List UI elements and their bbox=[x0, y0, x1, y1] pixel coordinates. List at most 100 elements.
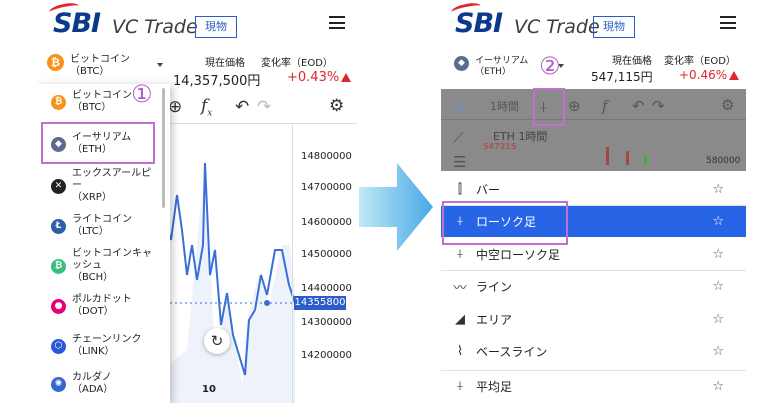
star-icon[interactable]: ☆ bbox=[712, 247, 724, 262]
coin-option-link[interactable]: ⬡ チェーンリンク （LINK） bbox=[37, 334, 162, 358]
chart-value: 547215 bbox=[483, 142, 517, 151]
coin-option-name: ビットコインキャ ッシュ bbox=[72, 248, 152, 271]
y-tick: 14200000 bbox=[301, 350, 352, 361]
spot-badge[interactable]: 現物 bbox=[593, 16, 635, 38]
change-rate: +0.46% bbox=[679, 68, 740, 82]
change-label: 変化率（EOD） bbox=[261, 58, 333, 69]
y-tick: 14800000 bbox=[301, 151, 352, 162]
star-icon[interactable]: ☆ bbox=[712, 312, 724, 327]
chart-type-label: 平均足 bbox=[476, 380, 513, 394]
chainlink-icon: ⬡ bbox=[51, 338, 66, 354]
bitcoin-cash-icon: ₿ bbox=[51, 258, 66, 274]
vc-trade-logo: VC Trade bbox=[514, 16, 600, 38]
coin-option-ltc[interactable]: Ł ライトコイン （LTC） bbox=[37, 214, 162, 238]
y-tick: 14400000 bbox=[301, 283, 352, 294]
hollow-candlestick-icon: ⍭ bbox=[456, 247, 464, 262]
highlight-chart-type-button bbox=[533, 88, 565, 126]
undo-icon[interactable]: ↶ bbox=[632, 95, 645, 117]
lines-icon[interactable]: ☰ bbox=[453, 151, 466, 173]
chart-type-label: 中空ローソク足 bbox=[476, 248, 561, 262]
change-rate: +0.43% bbox=[287, 70, 352, 85]
coin-option-name: エックスアールピ ー bbox=[72, 168, 152, 191]
chart-type-line[interactable]: 〰 ライン ☆ bbox=[441, 271, 746, 302]
menu-icon[interactable] bbox=[329, 16, 345, 29]
spot-badge[interactable]: 現物 bbox=[195, 16, 237, 38]
star-icon[interactable]: ☆ bbox=[712, 379, 724, 394]
area-chart-icon: ◢ bbox=[455, 312, 465, 327]
tutorial-composite: SBI VC Trade 現物 ₿ ビットコイン （BTC） 現在価格 変化率（… bbox=[0, 0, 768, 403]
coin-option-name: チェーンリンク bbox=[72, 334, 142, 345]
heikin-ashi-icon: ⍭ bbox=[456, 379, 464, 394]
bitcoin-icon: ₿ bbox=[51, 94, 66, 110]
coin-option-symbol: （LINK） bbox=[72, 346, 115, 357]
settings-icon[interactable]: ⚙ bbox=[329, 95, 344, 117]
chevron-down-icon[interactable] bbox=[157, 63, 163, 67]
x-tick: 10 bbox=[202, 384, 216, 395]
y-tick: 14500000 bbox=[301, 249, 352, 260]
up-arrow-icon bbox=[729, 71, 740, 80]
y-tick: 14700000 bbox=[301, 182, 352, 193]
right-screen: SBI VC Trade 現物 ◆ イーサリアム （ETH） 現在価格 変化率（… bbox=[441, 0, 746, 403]
price-label: 現在価格 bbox=[205, 58, 245, 69]
coin-option-name: カルダノ bbox=[72, 372, 112, 383]
coin-selector[interactable]: ₿ ビットコイン （BTC） bbox=[47, 54, 130, 78]
left-screen: SBI VC Trade 現物 ₿ ビットコイン （BTC） 現在価格 変化率（… bbox=[37, 0, 357, 403]
reset-chart-button[interactable]: ↻ bbox=[204, 328, 230, 354]
header: SBI VC Trade 現物 bbox=[441, 0, 746, 42]
trendline-icon[interactable]: ⟋ bbox=[453, 127, 464, 149]
coin-option-name: ライトコイン bbox=[72, 214, 132, 225]
coin-symbol: （ETH） bbox=[475, 67, 511, 77]
interval-selector[interactable]: 1時間 bbox=[490, 96, 519, 118]
add-indicator-icon[interactable]: ⊕ bbox=[568, 95, 581, 117]
chart-type-heikin-ashi[interactable]: ⍭ 平均足 ☆ bbox=[441, 371, 746, 402]
coin-option-symbol: （XRP） bbox=[72, 192, 112, 203]
coin-selector[interactable]: ◆ イーサリアム （ETH） bbox=[454, 56, 528, 78]
function-icon[interactable]: f bbox=[602, 95, 608, 117]
header: SBI VC Trade 現物 bbox=[37, 0, 357, 42]
dropdown-scrollbar[interactable] bbox=[162, 88, 165, 208]
vc-trade-logo: VC Trade bbox=[112, 16, 198, 38]
redo-icon[interactable]: ↷ bbox=[257, 96, 271, 118]
line-chart-icon: 〰 bbox=[453, 281, 467, 296]
polkadot-icon: ● bbox=[51, 298, 66, 314]
highlight-eth-option bbox=[41, 122, 155, 164]
chart-type-baseline[interactable]: ⌇ ベースライン ☆ bbox=[441, 336, 746, 367]
coin-option-name: ポルカドット bbox=[72, 294, 132, 305]
star-icon[interactable]: ☆ bbox=[712, 182, 724, 197]
up-arrow-icon bbox=[341, 73, 352, 82]
coin-option-name: ビットコイン bbox=[72, 90, 132, 101]
step-marker-1: ① bbox=[131, 80, 153, 108]
chart-type-label: ベースライン bbox=[476, 345, 548, 359]
bitcoin-icon: ₿ bbox=[47, 54, 64, 71]
change-label: 変化率（EOD） bbox=[664, 56, 736, 67]
star-icon[interactable]: ☆ bbox=[712, 214, 724, 229]
coin-option-symbol: （DOT） bbox=[72, 306, 114, 317]
bar-chart-icon: ⫿ bbox=[457, 182, 463, 197]
coin-option-xrp[interactable]: ✕ エックスアールピ ー（XRP） bbox=[37, 168, 162, 204]
chart-type-label: バー bbox=[476, 183, 501, 197]
cursor-icon[interactable]: ➚ bbox=[453, 97, 466, 119]
redo-icon[interactable]: ↷ bbox=[652, 95, 665, 117]
coin-option-bch[interactable]: ₿ ビットコインキャ ッシュ （BCH） bbox=[37, 248, 162, 284]
coin-option-symbol: （BTC） bbox=[72, 102, 112, 113]
settings-icon[interactable]: ⚙ bbox=[721, 94, 734, 116]
baseline-chart-icon: ⌇ bbox=[456, 344, 464, 359]
menu-icon[interactable] bbox=[720, 16, 736, 29]
current-price: 547,115円 bbox=[591, 70, 653, 84]
star-icon[interactable]: ☆ bbox=[712, 344, 724, 359]
chart-type-area[interactable]: ◢ エリア ☆ bbox=[441, 304, 746, 335]
chart-overlay[interactable]: ➚ 1時間 ⍭ ⊕ f ↶ ↷ ⚙ ⟋ ☰ ETH 1時間 547215 580… bbox=[441, 89, 746, 171]
add-indicator-icon[interactable]: ⊕ bbox=[168, 96, 182, 118]
coin-name: ビットコイン bbox=[70, 54, 130, 65]
y-tick: 580000 bbox=[706, 156, 741, 166]
coin-option-dot[interactable]: ● ポルカドット （DOT） bbox=[37, 294, 162, 318]
highlight-candlestick-option bbox=[442, 201, 568, 245]
chart-type-label: ライン bbox=[476, 280, 513, 294]
coin-option-ada[interactable]: ✺ カルダノ （ADA） bbox=[37, 372, 162, 396]
current-price: 14,357,500円 bbox=[173, 74, 261, 89]
star-icon[interactable]: ☆ bbox=[712, 279, 724, 294]
coin-symbol: （BTC） bbox=[70, 66, 110, 77]
undo-icon[interactable]: ↶ bbox=[235, 96, 249, 118]
step-marker-2: ② bbox=[539, 52, 561, 80]
function-icon[interactable]: fx bbox=[201, 95, 212, 124]
